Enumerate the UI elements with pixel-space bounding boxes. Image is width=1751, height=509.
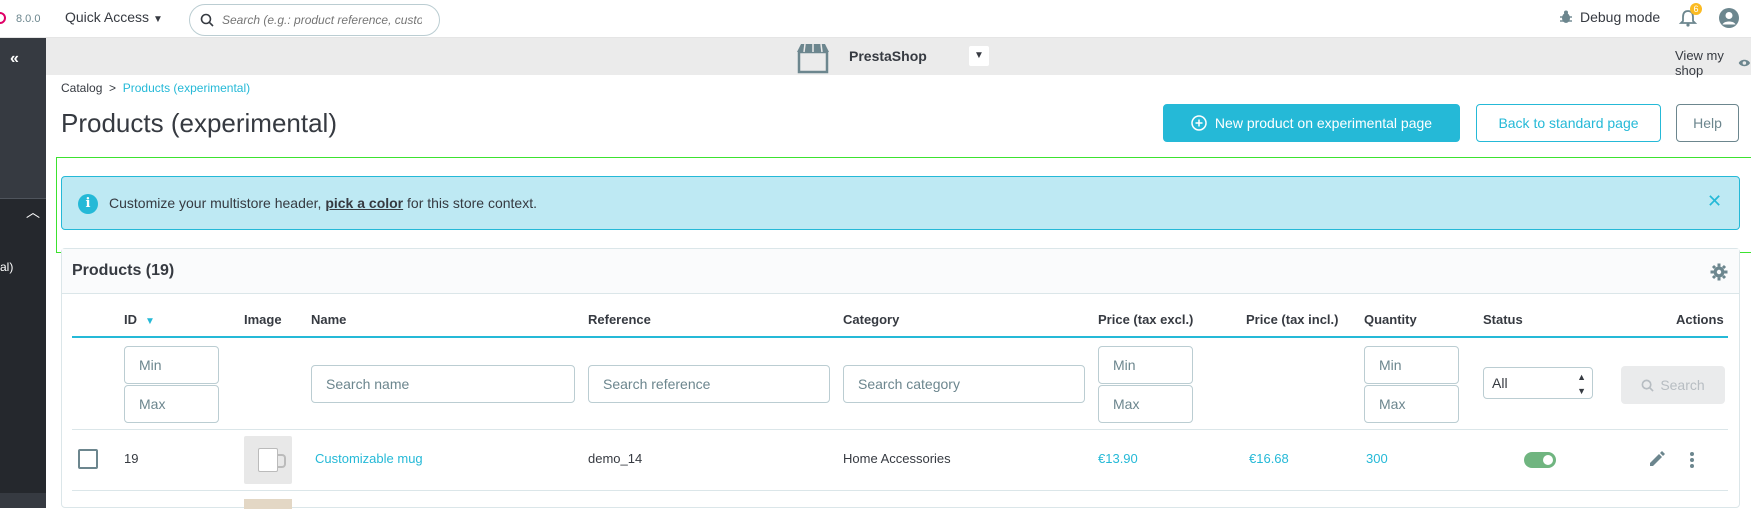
id-max-input[interactable]: [124, 385, 219, 423]
page-title: Products (experimental): [61, 108, 337, 138]
bug-icon: [1560, 10, 1572, 23]
new-product-button[interactable]: New product on experimental page: [1163, 104, 1460, 142]
plus-circle-icon: [1191, 115, 1207, 131]
shop-icon: [797, 43, 829, 74]
shop-selector-chevron-down-icon[interactable]: ▼: [969, 46, 989, 66]
chevron-up-icon[interactable]: ︿: [26, 202, 40, 222]
price-max-input[interactable]: [1098, 385, 1193, 423]
row-name-link[interactable]: Customizable mug: [315, 451, 423, 466]
col-header-name[interactable]: Name: [311, 312, 346, 327]
status-toggle[interactable]: [1524, 452, 1556, 468]
multistore-header: PrestaShop ▼ View my shop: [46, 38, 1751, 78]
status-selected-value: All: [1492, 375, 1508, 391]
id-min-input[interactable]: [124, 346, 219, 384]
help-button[interactable]: Help: [1676, 104, 1739, 142]
col-header-price-excl[interactable]: Price (tax excl.): [1098, 312, 1193, 327]
breadcrumb-catalog[interactable]: Catalog: [61, 81, 102, 95]
col-header-price-incl[interactable]: Price (tax incl.): [1246, 312, 1338, 327]
header-underline: [72, 336, 1728, 338]
shop-name: PrestaShop: [849, 48, 927, 64]
filter-row-divider: [72, 429, 1728, 430]
mug-thumbnail: [258, 448, 286, 472]
select-arrows-icon: ▲ ▼: [1577, 372, 1586, 396]
row-reference: demo_14: [588, 451, 643, 466]
debug-mode-toggle[interactable]: Debug mode: [1558, 9, 1660, 25]
notifications-badge: 6: [1690, 3, 1702, 15]
prestashop-logo[interactable]: [0, 12, 6, 24]
quantity-max-input[interactable]: [1364, 385, 1459, 423]
filter-search-button[interactable]: Search: [1621, 366, 1725, 404]
col-header-status[interactable]: Status: [1483, 312, 1523, 327]
search-input[interactable]: [222, 13, 422, 27]
search-icon: [1641, 379, 1654, 392]
row-id: 19: [124, 451, 139, 466]
close-icon[interactable]: ✕: [1707, 191, 1722, 212]
more-vertical-icon[interactable]: [1689, 451, 1695, 469]
pick-color-link[interactable]: pick a color: [325, 195, 403, 211]
collapse-sidebar-icon[interactable]: «: [10, 50, 19, 68]
caret-down-icon: ▼: [153, 14, 163, 25]
pencil-edit-icon[interactable]: [1648, 450, 1666, 468]
col-header-id[interactable]: ID ▼: [124, 312, 155, 327]
breadcrumb-separator: >: [109, 81, 117, 95]
gear-icon[interactable]: [1710, 263, 1728, 281]
multistore-info-alert: i Customize your multistore header, pick…: [61, 176, 1740, 230]
row-quantity[interactable]: 300: [1366, 451, 1388, 466]
products-grid: Products (19) ID ▼ Image Name Reference C…: [61, 248, 1740, 509]
breadcrumb-current[interactable]: Products (experimental): [123, 81, 250, 95]
quantity-min-input[interactable]: [1364, 346, 1459, 384]
search-icon: [200, 13, 214, 27]
col-header-reference[interactable]: Reference: [588, 312, 651, 327]
top-header: 8.0.0 Quick Access▼ Debug mode 6: [0, 0, 1751, 38]
quick-access-label: Quick Access: [65, 9, 150, 25]
alert-text-after: for this store context.: [403, 195, 537, 211]
col-header-image: Image: [244, 312, 282, 327]
row-divider: [72, 490, 1728, 491]
row-category: Home Accessories: [843, 451, 951, 466]
row-price-incl[interactable]: €16.68: [1249, 451, 1289, 466]
sidebar: « ︿ al): [0, 38, 46, 508]
category-filter-input[interactable]: [843, 365, 1085, 403]
grid-header: Products (19): [62, 249, 1739, 294]
version-label: 8.0.0: [16, 13, 41, 25]
sort-desc-icon[interactable]: ▼: [145, 316, 155, 327]
product-image: [244, 436, 292, 484]
quick-access-dropdown[interactable]: Quick Access ▼: [65, 9, 163, 25]
header-search[interactable]: [189, 4, 440, 36]
search-button-label: Search: [1660, 377, 1705, 393]
price-min-input[interactable]: [1098, 346, 1193, 384]
alert-message: Customize your multistore header, pick a…: [109, 195, 537, 211]
breadcrumb: Catalog > Products (experimental): [61, 81, 250, 95]
eye-icon: [1738, 59, 1751, 67]
back-to-standard-button[interactable]: Back to standard page: [1476, 104, 1661, 142]
sidebar-active-section: [0, 198, 46, 493]
sidebar-item-products-experimental[interactable]: al): [0, 260, 13, 274]
view-my-shop-link[interactable]: View my shop: [1675, 48, 1751, 78]
alert-text-before: Customize your multistore header,: [109, 195, 326, 211]
status-filter-select[interactable]: All ▲ ▼: [1483, 367, 1593, 399]
row-price-excl[interactable]: €13.90: [1098, 451, 1138, 466]
name-filter-input[interactable]: [311, 365, 575, 403]
view-my-shop-label: View my shop: [1675, 48, 1724, 78]
reference-filter-input[interactable]: [588, 365, 830, 403]
row-checkbox[interactable]: [78, 449, 98, 469]
grid-title: Products (19): [72, 262, 175, 279]
user-account-icon[interactable]: [1718, 7, 1740, 29]
info-icon: i: [78, 194, 98, 214]
debug-mode-label: Debug mode: [1580, 9, 1661, 25]
new-product-label: New product on experimental page: [1214, 115, 1433, 131]
col-header-category[interactable]: Category: [843, 312, 899, 327]
col-header-actions: Actions: [1676, 312, 1724, 327]
col-id-label: ID: [124, 312, 137, 327]
col-header-quantity[interactable]: Quantity: [1364, 312, 1417, 327]
sidebar-divider: [0, 198, 46, 199]
